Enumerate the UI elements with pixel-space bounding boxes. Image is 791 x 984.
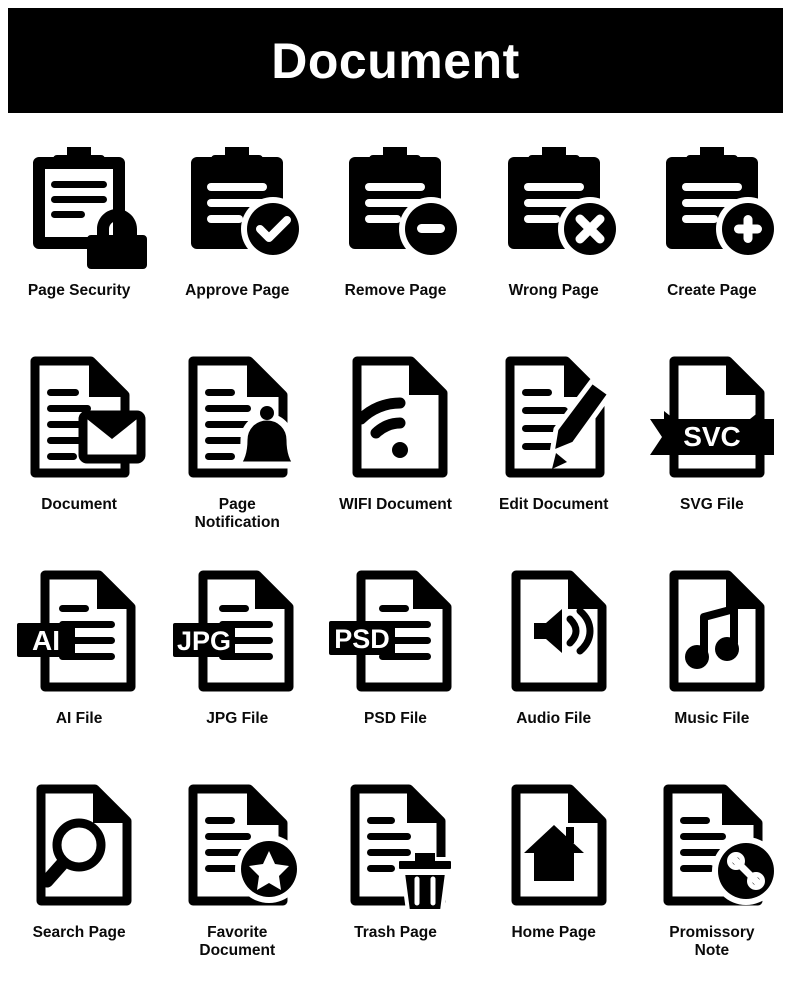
icon-cell-favorite-document[interactable]: Favorite Document — [158, 770, 316, 984]
svg-text:AI: AI — [32, 625, 60, 656]
icon-caption: Approve Page — [185, 282, 290, 299]
icon-caption: PSD File — [364, 710, 427, 727]
icon-caption: Home Page — [511, 924, 596, 941]
icon-sheet: Document Page Security Approve Page Remo… — [0, 0, 791, 980]
audio-file-speaker-icon — [479, 556, 629, 706]
icon-caption: Search Page — [32, 924, 126, 941]
clipboard-check-icon — [162, 128, 312, 278]
svg-file-ribbon-icon: SVC — [637, 342, 787, 492]
ai-file-icon: AI — [4, 556, 154, 706]
icon-cell-page-security[interactable]: Page Security — [0, 128, 158, 342]
icon-caption: Audio File — [516, 710, 592, 727]
icon-cell-svg-file[interactable]: SVC SVG File — [633, 342, 791, 556]
svg-text:PSD: PSD — [335, 624, 391, 654]
icon-cell-trash-page[interactable]: Trash Page — [316, 770, 474, 984]
icon-caption: Wrong Page — [508, 282, 599, 299]
icon-caption: WIFI Document — [339, 496, 452, 513]
page-title: Document — [271, 32, 520, 89]
icon-cell-audio-file[interactable]: Audio File — [475, 556, 633, 770]
clipboard-minus-icon — [320, 128, 470, 278]
icon-cell-promissory-note[interactable]: Promissory Note — [633, 770, 791, 984]
icon-caption: Remove Page — [344, 282, 447, 299]
icon-cell-wrong-page[interactable]: Wrong Page — [475, 128, 633, 342]
icon-caption: Create Page — [667, 282, 757, 299]
icon-cell-create-page[interactable]: Create Page — [633, 128, 791, 342]
icon-cell-home-page[interactable]: Home Page — [475, 770, 633, 984]
clipboard-plus-icon — [637, 128, 787, 278]
icon-caption: Trash Page — [354, 924, 437, 941]
icon-cell-ai-file[interactable]: AI AI File — [0, 556, 158, 770]
document-magnifier-icon — [4, 770, 154, 920]
icon-caption: Page Security — [27, 282, 131, 299]
icon-caption: JPG File — [206, 710, 269, 727]
icon-caption: Page Notification — [194, 496, 280, 532]
document-wifi-icon — [320, 342, 470, 492]
icon-caption: Music File — [674, 710, 750, 727]
icon-cell-search-page[interactable]: Search Page — [0, 770, 158, 984]
icon-caption: SVG File — [680, 496, 744, 513]
icon-cell-approve-page[interactable]: Approve Page — [158, 128, 316, 342]
clipboard-cross-icon — [479, 128, 629, 278]
icon-caption: Favorite Document — [199, 924, 276, 960]
title-banner: Document — [8, 8, 783, 113]
jpg-file-icon: JPG — [162, 556, 312, 706]
icon-caption: AI File — [55, 710, 103, 727]
icon-caption: Document — [41, 496, 117, 513]
icon-cell-wifi-document[interactable]: WIFI Document — [316, 342, 474, 556]
icon-cell-document[interactable]: Document — [0, 342, 158, 556]
icon-cell-page-notification[interactable]: Page Notification — [158, 342, 316, 556]
document-percent-icon — [637, 770, 787, 920]
icon-cell-jpg-file[interactable]: JPG JPG File — [158, 556, 316, 770]
document-star-icon — [162, 770, 312, 920]
svg-text:SVC: SVC — [683, 421, 741, 452]
clipboard-lock-icon — [4, 128, 154, 278]
document-envelope-icon — [4, 342, 154, 492]
icon-caption: Edit Document — [499, 496, 609, 513]
icon-cell-psd-file[interactable]: PSD PSD File — [316, 556, 474, 770]
icon-cell-remove-page[interactable]: Remove Page — [316, 128, 474, 342]
music-file-note-icon — [637, 556, 787, 706]
icon-grid: Page Security Approve Page Remove Page W… — [0, 128, 791, 984]
icon-cell-music-file[interactable]: Music File — [633, 556, 791, 770]
psd-file-icon: PSD — [320, 556, 470, 706]
icon-caption: Promissory Note — [669, 924, 755, 960]
document-trash-icon — [320, 770, 470, 920]
document-home-icon — [479, 770, 629, 920]
document-pen-icon — [479, 342, 629, 492]
icon-cell-edit-document[interactable]: Edit Document — [475, 342, 633, 556]
svg-text:JPG: JPG — [177, 626, 231, 656]
document-bell-icon — [162, 342, 312, 492]
